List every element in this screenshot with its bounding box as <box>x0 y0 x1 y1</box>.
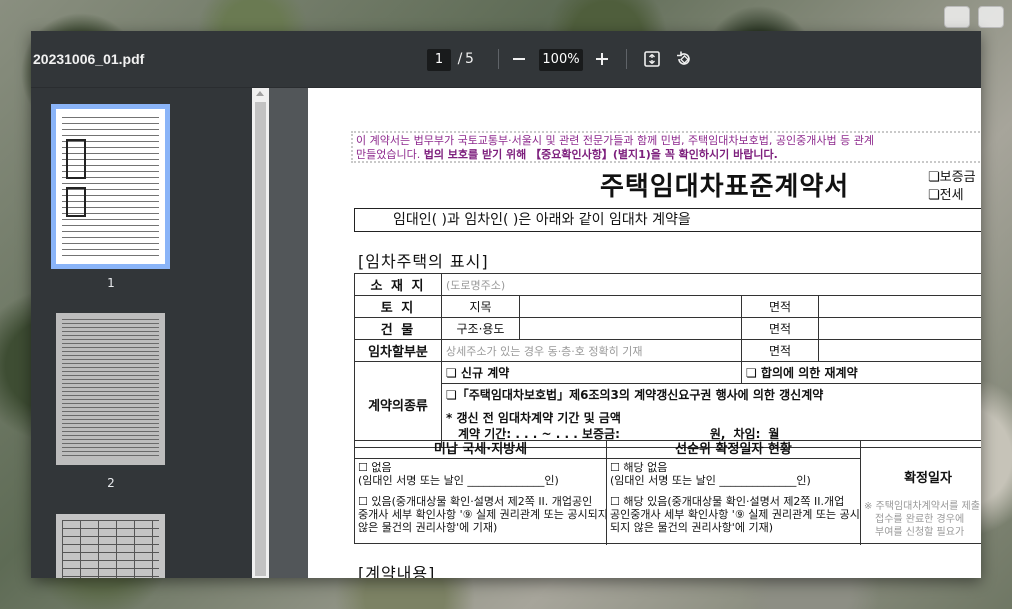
rented-part-placeholder: 상세주소가 있는 경우 동·층·호 정확히 기재 <box>441 339 742 362</box>
table-row: 토 지 지목 면적 <box>354 295 981 318</box>
thumbnail-sidebar: 1 2 <box>31 88 269 578</box>
fit-page-icon <box>644 51 660 67</box>
tax-exist-detail: 않은 물건의 권리사항'에 기재) <box>358 521 498 534</box>
minus-icon <box>513 58 525 60</box>
thumbnail-box <box>66 139 86 179</box>
label-land: 토 지 <box>354 295 442 318</box>
prior-date-column: 선순위 확정일자 현황 ☐ 해당 없음 (임대인 서명 또는 날인 ______… <box>607 441 861 545</box>
page-thumbnail-2[interactable] <box>56 313 165 465</box>
unpaid-tax-header: 미납 국세·지방세 <box>355 441 606 459</box>
tax-none: ☐ 없음 <box>358 461 392 474</box>
unpaid-tax-column: 미납 국세·지방세 ☐ 없음 (임대인 서명 또는 날인 ___________… <box>355 441 607 545</box>
type-agreement-renewal: ❏ 합의에 의한 재계약 <box>741 361 981 384</box>
page-thumbnail-1[interactable] <box>51 104 170 269</box>
thumbnail-box <box>66 187 86 217</box>
prior-date-header: 선순위 확정일자 현황 <box>607 441 860 459</box>
building-structure-value <box>519 317 742 340</box>
table-row: 계약의종류 ❏ 신규 계약 ❏ 합의에 의한 재계약 <box>354 361 981 448</box>
rented-area: 면적 <box>741 339 819 362</box>
sidebar-scrollbar[interactable] <box>252 88 269 578</box>
prior-exist: ☐ 해당 있음(중개대상물 확인·설명서 제2쪽 II.개업 <box>610 495 845 508</box>
label-contract-type: 계약의종류 <box>354 361 442 448</box>
prior-exist-detail: 되지 않은 물건의 권리사항'에 기재) <box>610 521 773 534</box>
desktop-shortcut[interactable] <box>978 6 1004 28</box>
rotate-icon <box>677 51 690 65</box>
page-thumbnail-3[interactable] <box>56 514 165 578</box>
table-row: ❏「주택임대차보호법」제6조의3의 계약갱신요구권 행사에 의한 갱신계약 <box>355 383 981 406</box>
tax-exist-detail: 중개사 세부 확인사항 '⑨ 실제 권리관계 또는 공시되지 <box>358 508 606 521</box>
land-category: 지목 <box>441 295 520 318</box>
notice-line-1: 이 계약서는 법무부가 국토교통부·서울시 및 관련 전문가들과 함께 민법, … <box>356 134 874 147</box>
prior-none: ☐ 해당 없음 <box>610 461 668 474</box>
table-row: 임차할부분 상세주소가 있는 경우 동·층·호 정확히 기재 면적 <box>354 339 981 362</box>
desktop-shortcut[interactable] <box>944 6 970 28</box>
notice-text: 만들었습니다. <box>356 148 424 161</box>
notice-box: 이 계약서는 법무부가 국토교통부·서울시 및 관련 전문가들과 함께 민법, … <box>351 131 981 163</box>
thumbnail-content <box>62 520 159 578</box>
type-new-contract: ❏ 신규 계약 <box>441 361 742 384</box>
confirmed-date-note: 부여를 신청할 필요가 <box>875 527 965 538</box>
parties-text: 임대인( )과 임차인( )은 아래와 같이 임대차 계약을 <box>393 212 691 228</box>
confirmed-date-column: 확정일자 ※ 주택임대차계약서를 제출 접수를 완료한 경우에 부여를 신청할 … <box>861 441 981 545</box>
tax-none-sign: (임대인 서명 또는 날인 ______________인) <box>358 474 559 487</box>
previous-contract-heading: * 갱신 전 임대차계약 기간 및 금액 <box>446 411 621 426</box>
pdf-page: 이 계약서는 법무부가 국토교통부·서울시 및 관련 전문가들과 함께 민법, … <box>308 88 981 578</box>
option-deposit: ❏보증금 <box>928 170 976 185</box>
tax-exist: ☐ 있음(중개대상물 확인·설명서 제2쪽 II. 개업공인 <box>358 495 593 508</box>
address-placeholder: (도로명주소) <box>441 273 981 296</box>
building-area: 면적 <box>741 317 819 340</box>
confirmed-date-note: ※ 주택임대차계약서를 제출 <box>864 501 980 512</box>
thumbnail-label: 1 <box>107 276 115 290</box>
property-table: 소 재 지 (도로명주소) 토 지 지목 면적 건 물 구조·용도 면적 임차할… <box>354 273 981 448</box>
type-renewal-claim: ❏「주택임대차보호법」제6조의3의 계약갱신요구권 행사에 의한 갱신계약 <box>441 383 981 406</box>
zoom-in-button[interactable] <box>590 47 614 71</box>
toolbar-divider <box>626 49 627 69</box>
confirmed-date-header: 확정일자 <box>904 471 952 486</box>
land-area: 면적 <box>741 295 819 318</box>
rented-area-value <box>818 339 981 362</box>
zoom-out-button[interactable] <box>507 47 531 71</box>
zoom-level-input[interactable]: 100% <box>539 49 583 71</box>
label-address: 소 재 지 <box>354 273 442 296</box>
toolbar: 20231006_01.pdf 1 / 5 100% <box>31 31 981 88</box>
page-number-input[interactable]: 1 <box>427 49 451 71</box>
land-category-value <box>519 295 742 318</box>
fit-page-button[interactable] <box>640 47 664 71</box>
section-title-contract: [계약내용] <box>358 564 436 578</box>
table-row: 소 재 지 (도로명주소) <box>354 273 981 296</box>
thumbnail-content <box>62 319 159 459</box>
prior-none-sign: (임대인 서명 또는 날인 ______________인) <box>610 474 811 487</box>
land-area-value <box>818 295 981 318</box>
label-building: 건 물 <box>354 317 442 340</box>
table-row: 건 물 구조·용도 면적 <box>354 317 981 340</box>
rotate-button[interactable] <box>672 47 696 71</box>
parties-line: 임대인( )과 임차인( )은 아래와 같이 임대차 계약을 <box>354 208 981 232</box>
building-structure: 구조·용도 <box>441 317 520 340</box>
document-title: 20231006_01.pdf <box>33 51 145 67</box>
page-total: 5 <box>465 51 474 67</box>
scroll-up-arrow-icon[interactable] <box>256 91 264 96</box>
notice-emphasis: 법의 보호를 받기 위해 【중요확인사항】(별지1)을 꼭 확인하시기 바랍니다… <box>423 148 778 161</box>
plus-icon <box>596 53 608 65</box>
notice-line-2: 만들었습니다. 법의 보호를 받기 위해 【중요확인사항】(별지1)을 꼭 확인… <box>356 148 981 162</box>
scrollbar-thumb[interactable] <box>255 102 266 576</box>
viewer-margin <box>269 88 308 578</box>
section-title-property: [임차주택의 표시] <box>358 252 489 271</box>
tax-and-priority-section: 미납 국세·지방세 ☐ 없음 (임대인 서명 또는 날인 ___________… <box>354 440 981 545</box>
toolbar-divider <box>498 49 499 69</box>
label-rented-part: 임차할부분 <box>354 339 442 362</box>
prior-exist-detail: 공인중개사 세부 확인사항 '⑨ 실제 권리관계 또는 공시 <box>610 508 860 521</box>
confirmed-date-note: 접수를 완료한 경우에 <box>875 514 965 525</box>
option-jeonse: ❏전세 <box>928 188 964 203</box>
document-heading: 주택임대차표준계약서 <box>600 172 850 202</box>
pdf-viewer-window: 20231006_01.pdf 1 / 5 100% 1 2 이 계약서는 법무… <box>31 31 981 578</box>
building-area-value <box>818 317 981 340</box>
thumbnail-label: 2 <box>107 476 115 490</box>
